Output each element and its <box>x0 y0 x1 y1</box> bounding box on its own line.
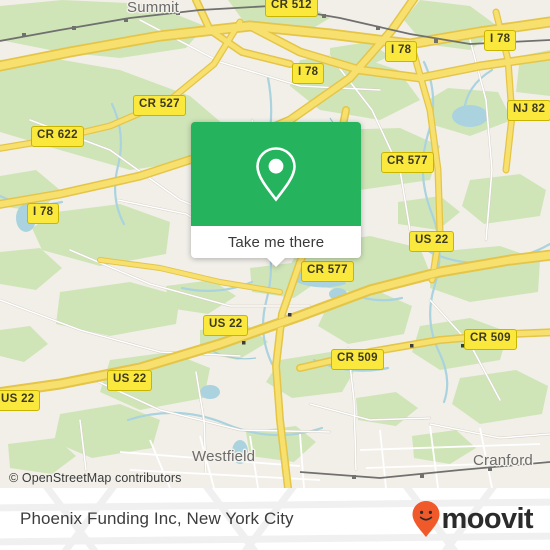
route-shield-i-78: I 78 <box>27 203 60 224</box>
route-shield-i-78: I 78 <box>292 63 325 84</box>
footer-bar: Phoenix Funding Inc, New York City moovi… <box>0 488 550 550</box>
moovit-place-card: Summit Westfield Cranford CR 512 I 78 I … <box>0 0 550 550</box>
place-label-summit: Summit <box>127 0 180 16</box>
moovit-smiley-pin-icon <box>412 501 440 537</box>
map-pin-icon <box>256 147 296 202</box>
route-shield-i-78: I 78 <box>484 30 517 51</box>
route-shield-cr-527: CR 527 <box>133 95 186 116</box>
callout-green-panel <box>191 122 361 226</box>
moovit-wordmark: moovit <box>441 502 534 535</box>
moovit-logo[interactable]: moovit <box>411 500 534 538</box>
route-shield-cr-622: CR 622 <box>31 126 84 147</box>
route-shield-cr-512: CR 512 <box>265 0 318 17</box>
callout-tail <box>267 258 285 267</box>
osm-attribution[interactable]: © OpenStreetMap contributors <box>9 471 182 485</box>
place-label-cranford: Cranford <box>473 452 533 469</box>
take-me-there-label: Take me there <box>227 233 325 251</box>
route-shield-cr-509: CR 509 <box>331 349 384 370</box>
route-shield-us-22: US 22 <box>409 231 455 252</box>
place-label-westfield: Westfield <box>192 448 256 465</box>
route-shield-cr-577: CR 577 <box>301 261 354 282</box>
route-shield-nj-82: NJ 82 <box>507 100 550 121</box>
route-shield-us-22: US 22 <box>0 390 41 411</box>
map-canvas[interactable]: Summit Westfield Cranford CR 512 I 78 I … <box>0 0 550 488</box>
route-shield-us-22: US 22 <box>107 370 153 391</box>
route-shield-cr-509: CR 509 <box>464 329 517 350</box>
route-shield-us-22: US 22 <box>203 315 249 336</box>
take-me-there-callout[interactable]: Take me there <box>191 122 361 267</box>
callout-action-bar[interactable]: Take me there <box>191 226 361 267</box>
page-title: Phoenix Funding Inc, New York City <box>20 509 294 528</box>
route-shield-i-78: I 78 <box>385 41 418 62</box>
route-shield-cr-577: CR 577 <box>381 152 434 173</box>
